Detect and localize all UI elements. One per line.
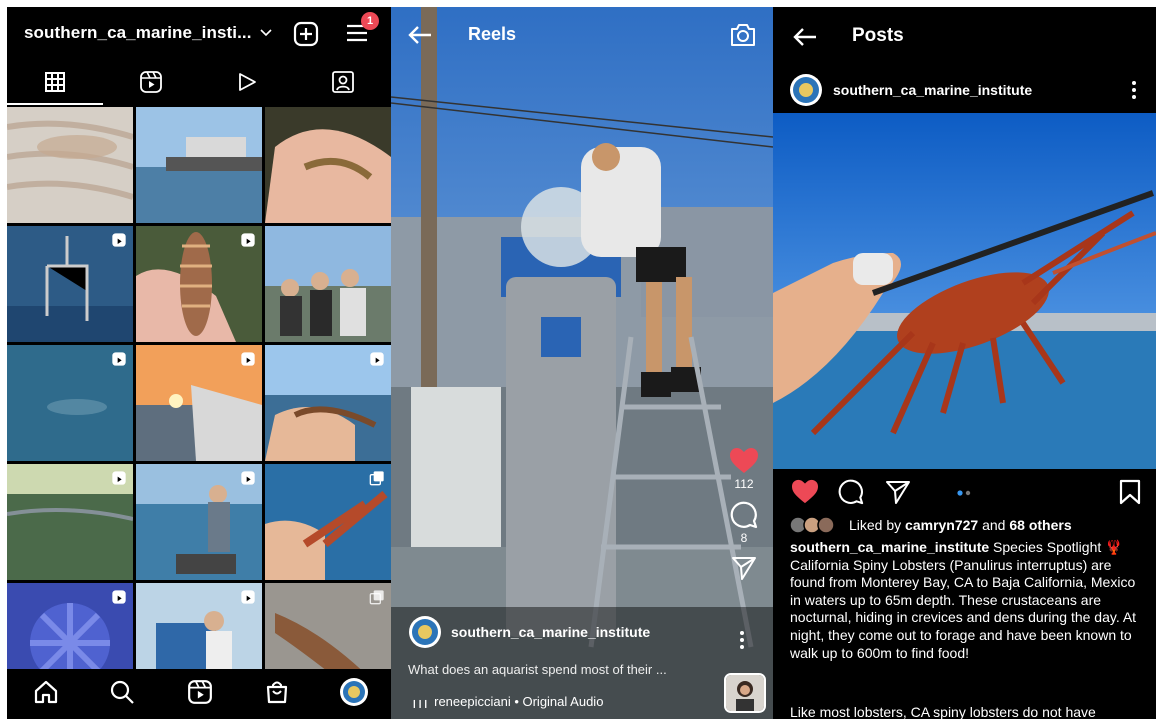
reel-indicator-icon [111,470,127,486]
post-caption: southern_ca_marine_institute Species Spo… [790,539,1140,662]
back-arrow-icon[interactable] [407,24,433,46]
liked-by-and: and [978,517,1010,533]
carousel-indicator-icon [369,589,385,605]
grid-post[interactable] [136,464,262,580]
grid-post[interactable] [265,107,391,223]
tab-tagged[interactable] [295,59,391,105]
active-tab-indicator [7,103,103,105]
like-heart-icon[interactable] [727,447,761,475]
more-options-icon[interactable] [739,630,745,650]
reel-video[interactable] [391,7,773,719]
grid-icon [44,71,66,93]
more-options-icon[interactable] [1131,80,1137,100]
camera-icon[interactable] [729,22,757,48]
posts-title: Posts [852,25,904,46]
grid-post[interactable] [7,345,133,461]
tab-grid[interactable] [7,59,103,105]
caption-username[interactable]: southern_ca_marine_institute [790,539,989,555]
search-icon[interactable] [109,679,135,705]
reels-nav-icon[interactable] [187,679,213,705]
post-author-username[interactable]: southern_ca_marine_institute [833,82,1032,98]
liked-by-prefix: Liked by [849,517,906,533]
profile-panel: southern_ca_marine_insti... 1 [7,7,391,719]
reel-audio[interactable]: ❙❙❙ reneepicciani • Original Audio [411,694,603,709]
post-caption-continued: Like most lobsters, CA spiny lobsters do… [790,704,1096,719]
reel-actions: 112 8 [727,447,761,581]
like-heart-icon[interactable] [791,479,819,505]
grid-post[interactable] [7,464,133,580]
bookmark-icon[interactable] [1119,479,1141,505]
post-photo[interactable] [773,113,1156,469]
grid-post[interactable] [265,345,391,461]
reel-indicator-icon [240,351,256,367]
profile-avatar[interactable] [339,677,369,707]
comment-icon[interactable] [838,479,864,505]
tab-videos[interactable] [199,59,295,105]
account-name[interactable]: southern_ca_marine_insti... [24,23,252,43]
post-header: Posts [773,7,1156,63]
reel-indicator-icon [240,589,256,605]
shop-icon[interactable] [264,679,290,705]
new-post-icon[interactable] [293,21,319,47]
carousel-dots [957,490,973,496]
reel-author-avatar[interactable] [408,615,442,649]
audio-label: reneepicciani • Original Audio [434,694,604,709]
reel-indicator-icon [111,232,127,248]
post-author-bar: southern_ca_marine_institute [773,67,1156,113]
reel-indicator-icon [369,351,385,367]
bottom-navigation [7,669,391,719]
tagged-icon [331,70,355,94]
like-count: 112 [734,477,754,491]
post-panel: Posts southern_ca_marine_institute Liked… [773,7,1156,719]
liked-by-user[interactable]: camryn727 [905,517,978,533]
reels-panel: Reels 112 8 southern_ca_marine_institute… [391,7,773,719]
video-icon [236,71,258,93]
reel-indicator-icon [111,351,127,367]
liked-by-others[interactable]: 68 others [1009,517,1071,533]
audio-thumbnail[interactable] [724,673,766,713]
post-author-avatar[interactable] [789,73,823,107]
grid-post[interactable] [7,107,133,223]
home-icon[interactable] [33,679,59,705]
back-arrow-icon[interactable] [792,26,818,48]
post-actions [773,473,1156,511]
comment-count: 8 [740,531,748,545]
profile-tabs [7,59,391,105]
share-icon[interactable] [885,479,911,505]
grid-post[interactable] [136,226,262,342]
liked-by[interactable]: Liked by camryn727 and 68 others [789,516,1072,534]
reel-indicator-icon [240,232,256,248]
comment-icon[interactable] [727,501,761,529]
tab-reels[interactable] [103,59,199,105]
reel-username[interactable]: southern_ca_marine_institute [451,624,650,640]
grid-post[interactable] [136,345,262,461]
reels-title: Reels [468,24,517,44]
audio-icon: ❙❙❙ [411,699,429,708]
share-icon[interactable] [727,555,761,581]
reel-caption[interactable]: What does an aquarist spend most of thei… [408,662,667,677]
reel-indicator-icon [111,589,127,605]
notification-badge: 1 [361,12,379,30]
grid-post[interactable] [7,226,133,342]
caption-text: Species Spotlight 🦞 California Spiny Lob… [790,539,1137,661]
carousel-indicator-icon [369,470,385,486]
liked-by-avatars [789,516,841,534]
reel-indicator-icon [240,470,256,486]
grid-post[interactable] [265,226,391,342]
grid-post[interactable] [265,464,391,580]
grid-post[interactable] [136,107,262,223]
reels-icon [139,70,163,94]
profile-header: southern_ca_marine_insti... 1 [7,7,391,59]
post-grid [7,107,391,699]
chevron-down-icon[interactable] [259,29,272,37]
